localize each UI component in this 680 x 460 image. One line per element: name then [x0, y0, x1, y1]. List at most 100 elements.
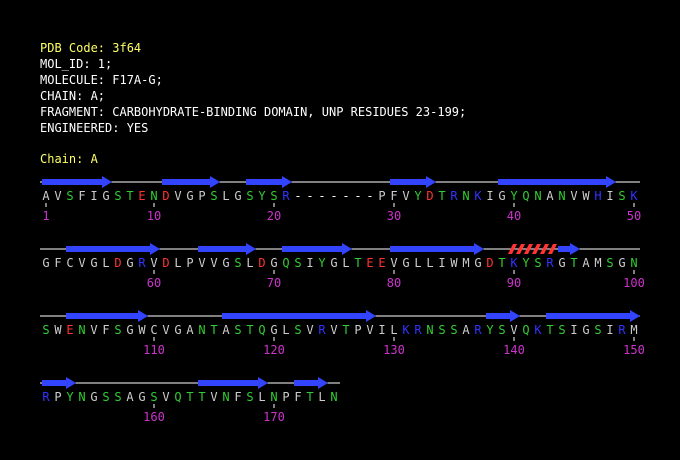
- residue: Y: [522, 256, 530, 270]
- residue: G: [402, 256, 409, 270]
- residue: K: [402, 323, 410, 337]
- residue: R: [450, 189, 458, 203]
- residue: T: [198, 390, 205, 404]
- residue: N: [330, 390, 337, 404]
- residue: F: [78, 189, 85, 203]
- residue: A: [582, 256, 590, 270]
- residue: P: [198, 189, 205, 203]
- residue: G: [558, 256, 565, 270]
- residue: S: [114, 323, 121, 337]
- residue: D: [114, 256, 121, 270]
- residue: V: [162, 390, 169, 404]
- residue-number: 150: [623, 343, 645, 357]
- residue: D: [426, 189, 433, 203]
- residue: V: [330, 323, 337, 337]
- residue: S: [498, 323, 505, 337]
- residue: F: [102, 323, 109, 337]
- residue: V: [90, 323, 97, 337]
- residue: G: [126, 323, 133, 337]
- residue: -: [330, 189, 337, 203]
- residue: M: [594, 256, 601, 270]
- residue: Y: [486, 323, 494, 337]
- residue: R: [546, 256, 554, 270]
- residue-number: 10: [147, 209, 161, 223]
- residue: G: [234, 189, 241, 203]
- residue: Y: [258, 189, 266, 203]
- residue: A: [462, 323, 470, 337]
- residue: I: [486, 189, 493, 203]
- residue-number: 80: [387, 276, 401, 290]
- beta-strand-arrow: [66, 310, 148, 322]
- residue: -: [366, 189, 373, 203]
- residue: V: [162, 323, 169, 337]
- residue: P: [378, 189, 385, 203]
- residue: I: [606, 323, 613, 337]
- residue-number: 60: [147, 276, 161, 290]
- residue: I: [570, 323, 577, 337]
- residue: S: [102, 390, 109, 404]
- residue: A: [546, 189, 554, 203]
- residue: L: [258, 390, 265, 404]
- residue: G: [186, 189, 193, 203]
- residue: A: [42, 189, 50, 203]
- residue: S: [150, 390, 157, 404]
- residue: L: [222, 189, 229, 203]
- residue: G: [618, 256, 625, 270]
- residue: V: [402, 189, 409, 203]
- residue: N: [78, 323, 85, 337]
- residue: V: [366, 323, 373, 337]
- residue: W: [582, 189, 590, 203]
- residue: L: [282, 323, 289, 337]
- residue: D: [162, 189, 169, 203]
- beta-strand-arrow: [486, 310, 520, 322]
- beta-strand-arrow: [390, 176, 436, 188]
- residue: I: [90, 189, 97, 203]
- residue: E: [366, 256, 373, 270]
- residue: N: [150, 189, 157, 203]
- residue: D: [486, 256, 493, 270]
- residue: S: [606, 256, 613, 270]
- residue: K: [534, 323, 542, 337]
- residue: S: [270, 189, 277, 203]
- residue: L: [174, 256, 181, 270]
- residue: S: [438, 323, 445, 337]
- residue: Y: [510, 189, 518, 203]
- residue: S: [534, 256, 541, 270]
- residue-number: 100: [623, 276, 645, 290]
- residue-number: 90: [507, 276, 521, 290]
- residue: V: [150, 256, 157, 270]
- beta-strand-arrow: [390, 243, 484, 255]
- residue: K: [510, 256, 518, 270]
- residue: T: [210, 323, 217, 337]
- residue: G: [222, 256, 229, 270]
- residue-number: 160: [143, 410, 165, 424]
- residue: N: [558, 189, 565, 203]
- residue: P: [186, 256, 193, 270]
- residue: S: [246, 189, 253, 203]
- residue-number: 110: [143, 343, 165, 357]
- residue: T: [126, 189, 133, 203]
- residue: I: [378, 323, 385, 337]
- residue: F: [54, 256, 61, 270]
- residue: -: [294, 189, 301, 203]
- residue: A: [126, 390, 134, 404]
- residue: Y: [318, 256, 326, 270]
- residue: V: [306, 323, 313, 337]
- residue-number: 170: [263, 410, 285, 424]
- residue: T: [498, 256, 505, 270]
- residue: R: [318, 323, 326, 337]
- residue: S: [114, 189, 121, 203]
- residue-number: 130: [383, 343, 405, 357]
- residue: G: [474, 256, 481, 270]
- residue: G: [102, 189, 109, 203]
- residue: S: [210, 189, 217, 203]
- residue: V: [174, 189, 181, 203]
- residue: W: [450, 256, 458, 270]
- residue: N: [534, 189, 541, 203]
- residue: S: [594, 323, 601, 337]
- residue: S: [246, 390, 253, 404]
- residue: N: [222, 390, 229, 404]
- residue: S: [294, 323, 301, 337]
- residue: W: [54, 323, 62, 337]
- residue: P: [54, 390, 61, 404]
